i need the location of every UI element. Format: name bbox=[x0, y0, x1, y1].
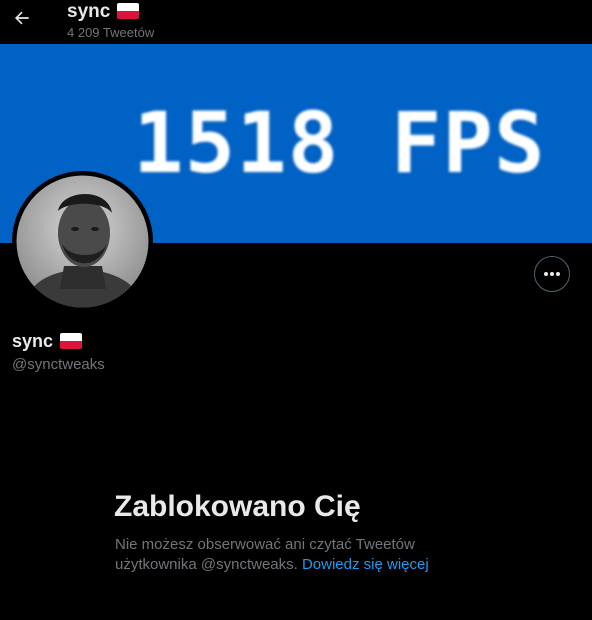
poland-flag-icon bbox=[117, 3, 140, 19]
blocked-desc-line2: użytkownika @synctweaks. bbox=[115, 556, 298, 573]
banner-text: 1518 FPS [| bbox=[133, 94, 592, 192]
blocked-title: Zablokowano Cię bbox=[114, 490, 361, 523]
profile-handle: @synctweaks bbox=[12, 356, 105, 373]
blocked-desc-line1: Nie możesz obserwować ani czytać Tweetów bbox=[115, 536, 415, 553]
learn-more-link[interactable]: Dowiedz się więcej bbox=[302, 556, 429, 573]
profile-display-name: sync bbox=[12, 331, 54, 351]
profile-header: sync 4 209 Tweetów bbox=[0, 0, 592, 44]
tweet-count: 4 209 Tweetów bbox=[67, 25, 155, 40]
more-options-button[interactable] bbox=[534, 256, 570, 292]
profile-name: sync bbox=[12, 331, 83, 352]
poland-flag-icon bbox=[60, 332, 83, 349]
back-button[interactable] bbox=[10, 6, 34, 30]
avatar-photo bbox=[12, 171, 153, 312]
header-title: sync bbox=[67, 1, 140, 23]
back-arrow-icon bbox=[15, 11, 29, 25]
avatar[interactable] bbox=[12, 171, 153, 312]
blocked-description: Nie możesz obserwować ani czytać Tweetów… bbox=[115, 535, 445, 575]
header-display-name: sync bbox=[67, 1, 111, 22]
more-options-icon bbox=[544, 272, 560, 276]
